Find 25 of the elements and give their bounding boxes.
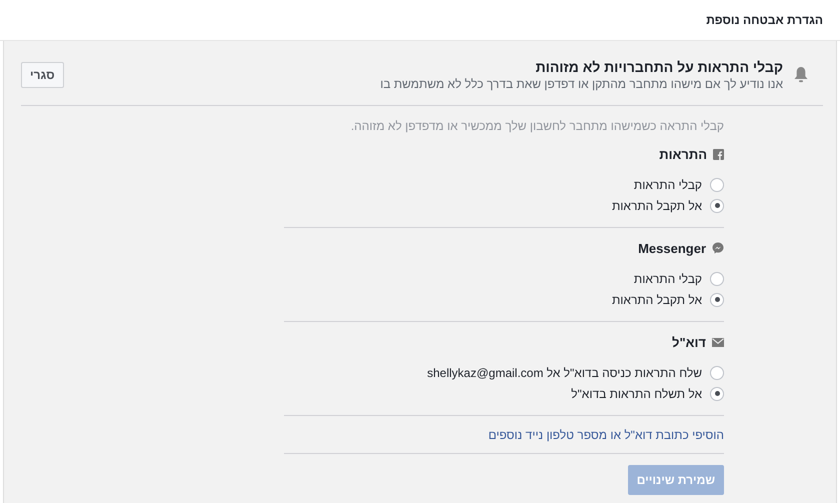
radio-button[interactable] — [710, 292, 724, 306]
option-label[interactable]: אל תקבל התראות — [612, 198, 702, 212]
section-title: Messenger — [638, 240, 706, 256]
chat-bubble-icon — [712, 242, 724, 254]
facebook-icon — [713, 148, 724, 160]
setting-subtitle: אנו נודיע לך אם מישהו מתחבר מהתקן או דפדפן שאת בדרך כלל לא משתמשת בו — [379, 76, 783, 93]
page-title: הגדרת אבטחה נוספת — [706, 13, 823, 27]
bell-icon — [793, 66, 809, 84]
option-label[interactable]: קבלי התראות — [634, 272, 702, 286]
option-label[interactable]: קבלי התראות — [634, 178, 702, 192]
description-text: קבלי התראה כשמישהו מתחבר לחשבון שלך ממכשיר או מדפדפן לא מזוהה. — [350, 118, 724, 134]
radio-button[interactable] — [710, 178, 724, 192]
option-label[interactable]: אל תשלח התראות בדוא"ל — [571, 386, 702, 400]
option-label[interactable]: אל תקבל התראות — [612, 292, 702, 306]
radio-button[interactable] — [710, 386, 724, 400]
radio-button[interactable] — [710, 272, 724, 286]
section-title: התראות — [659, 146, 707, 162]
radio-button[interactable] — [710, 198, 724, 212]
close-button[interactable]: סגרי — [21, 62, 64, 88]
option-label[interactable]: שלח התראות כניסה בדוא"ל אל shellykaz@gmail.com — [427, 366, 702, 380]
section-title: דוא"ל — [672, 334, 706, 350]
radio-button[interactable] — [710, 366, 724, 380]
envelope-icon — [712, 338, 724, 346]
setting-title: קבלי התראות על התחברויות לא מזוהות — [534, 58, 783, 76]
add-contact-link[interactable]: הוסיפי כתובת דוא"ל או מספר טלפון נייד נוספים — [284, 416, 724, 453]
